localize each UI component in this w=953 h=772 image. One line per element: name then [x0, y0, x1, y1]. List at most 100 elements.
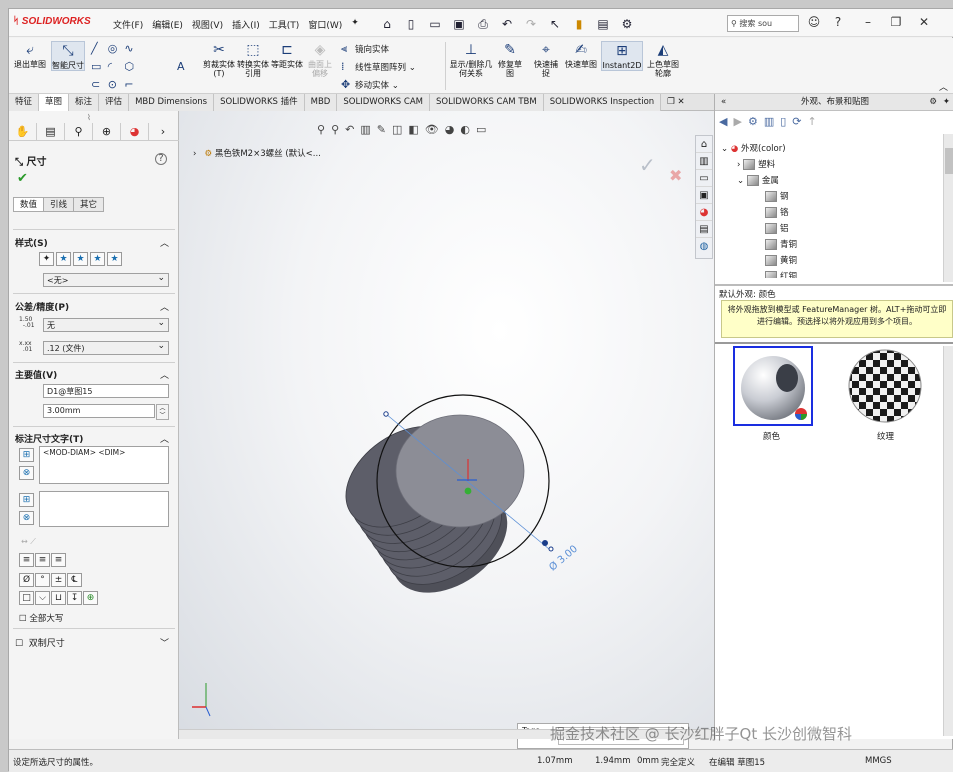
- tab-solidworks-addins[interactable]: SOLIDWORKS 插件: [214, 94, 305, 111]
- dimension-name-field[interactable]: D1@草图15: [43, 384, 169, 398]
- tree-root[interactable]: ⌄ ◕ 外观(color): [721, 142, 786, 154]
- spline-icon[interactable]: ∿: [124, 42, 138, 55]
- options-gear-icon[interactable]: ⚙: [617, 15, 637, 32]
- dimension-value-field[interactable]: 3.00mm: [43, 404, 155, 418]
- tree-item-metal[interactable]: ⌄ 金属: [737, 174, 779, 186]
- select-icon[interactable]: ↖: [545, 15, 565, 32]
- exit-sketch-button[interactable]: ⤶ 退出草图: [13, 41, 47, 69]
- value-spinner[interactable]: ︿ ﹀: [156, 404, 169, 420]
- file-properties-icon[interactable]: ▤: [593, 15, 613, 32]
- save-style-icon[interactable]: ★: [90, 252, 105, 266]
- print-icon[interactable]: ⎙: [473, 15, 493, 32]
- design-library-icon[interactable]: ▥: [696, 153, 712, 170]
- collapse-icon[interactable]: ︿: [160, 300, 169, 313]
- dimxpert-icon[interactable]: ⊕: [93, 123, 121, 141]
- apply-style-icon[interactable]: ✦: [39, 252, 54, 266]
- subtab-leaders[interactable]: 引线: [44, 197, 75, 212]
- polygon-icon[interactable]: ⬡: [124, 60, 138, 73]
- tab-overflow-icon[interactable]: ❐ ✕: [661, 94, 690, 111]
- task-pane-options-icon[interactable]: ⚙: [929, 94, 937, 111]
- open-folder-icon[interactable]: ▯: [780, 115, 786, 128]
- task-pane-pin-icon[interactable]: ✦: [943, 94, 950, 111]
- redo-icon[interactable]: ↷: [521, 15, 541, 32]
- rebuild-icon[interactable]: ▮: [569, 15, 589, 32]
- dimension-endpoint[interactable]: [542, 540, 548, 546]
- dimension-text-header[interactable]: 标注尺寸文字(T) ︿: [15, 432, 169, 445]
- all-caps-checkbox[interactable]: ☐ 全部大写: [19, 612, 63, 624]
- pin-icon[interactable]: ✦: [351, 18, 359, 31]
- smart-dimension-button[interactable]: ⤡ 智能尺寸: [51, 41, 85, 71]
- primary-value-header[interactable]: 主要值(V) ︿: [15, 368, 169, 381]
- styles-header[interactable]: 样式(S) ︿: [15, 236, 169, 249]
- close-icon[interactable]: ✕: [915, 15, 933, 29]
- tab-markup[interactable]: 标注: [69, 94, 100, 111]
- menu-tools[interactable]: 工具(T): [269, 18, 300, 31]
- home-icon[interactable]: ⌂: [377, 15, 397, 32]
- new-document-icon[interactable]: ▯: [401, 15, 421, 32]
- plus-minus-symbol-icon[interactable]: ±: [51, 573, 66, 587]
- scrollbar-thumb[interactable]: [945, 148, 953, 174]
- tab-features[interactable]: 特征: [9, 94, 40, 111]
- more-symbols-icon[interactable]: ⊕: [83, 591, 98, 605]
- degree-symbol-icon[interactable]: °: [35, 573, 50, 587]
- circle-icon[interactable]: ◎: [108, 42, 122, 55]
- tree-item-steel[interactable]: 钢: [765, 190, 789, 202]
- status-units[interactable]: MMGS: [865, 756, 892, 766]
- collapse-pane-icon[interactable]: «: [721, 94, 726, 111]
- linear-pattern-button[interactable]: ⁞ 线性草图阵列 ⌄: [341, 60, 416, 73]
- dropdown-arrow-icon[interactable]: ⌄: [406, 63, 416, 73]
- menu-view[interactable]: 视图(V): [192, 18, 223, 31]
- splitter[interactable]: [715, 342, 953, 344]
- text-position-icon[interactable]: ⊞: [19, 448, 34, 462]
- slot-icon[interactable]: ⊂: [91, 78, 105, 91]
- add-style-icon[interactable]: ★: [56, 252, 71, 266]
- restore-icon[interactable]: ❐: [887, 15, 905, 29]
- move-entities-button[interactable]: ✥ 移动实体 ⌄: [341, 78, 399, 91]
- display-manager-icon[interactable]: ◕: [121, 123, 149, 141]
- show-relations-button[interactable]: ⊥ 显示/删除几何关系: [449, 41, 493, 78]
- panel-expand-icon[interactable]: ›: [149, 123, 177, 141]
- solidworks-logo[interactable]: ᛋ SOLIDWORKS: [13, 16, 91, 27]
- subtab-other[interactable]: 其它: [74, 197, 105, 212]
- menu-window[interactable]: 窗口(W): [308, 18, 342, 31]
- diameter-symbol-icon[interactable]: Ø: [19, 573, 34, 587]
- subtab-value[interactable]: 数值: [13, 197, 45, 212]
- fillet-icon[interactable]: ⌐: [124, 78, 138, 91]
- menu-insert[interactable]: 插入(I): [232, 18, 260, 31]
- color-appearance-thumb[interactable]: [733, 346, 813, 426]
- tab-sketch[interactable]: 草图: [39, 94, 70, 111]
- instant2d-button[interactable]: ⊞ Instant2D: [601, 41, 643, 71]
- centerline-symbol-icon[interactable]: ℄: [67, 573, 82, 587]
- repair-sketch-button[interactable]: ✎ 修复草图: [495, 41, 525, 78]
- splitter[interactable]: [715, 284, 953, 286]
- panel-pin-icon[interactable]: ⌇: [87, 113, 91, 122]
- trim-entities-button[interactable]: ✂ 剪裁实体(T): [201, 41, 237, 78]
- tree-item-brass[interactable]: 黄铜: [765, 254, 797, 266]
- load-style-icon[interactable]: ★: [107, 252, 122, 266]
- collapse-icon[interactable]: ︿: [160, 368, 169, 381]
- tab-solidworks-inspection[interactable]: SOLIDWORKS Inspection: [543, 94, 662, 111]
- ok-checkmark-icon[interactable]: ✔: [17, 171, 28, 186]
- refresh-icon[interactable]: ⟳: [792, 115, 801, 128]
- menu-file[interactable]: 文件(F): [113, 18, 143, 31]
- help-icon[interactable]: ?: [829, 15, 847, 29]
- convert-entities-button[interactable]: ⬚ 转换实体引用: [237, 41, 269, 78]
- file-explorer-icon[interactable]: ▭: [696, 170, 712, 187]
- add-to-library-icon[interactable]: ⚙: [748, 115, 758, 128]
- text-icon[interactable]: A: [177, 60, 191, 73]
- arc-icon[interactable]: ◜: [108, 60, 122, 73]
- appearances-icon[interactable]: ◕: [696, 204, 712, 221]
- tree-item-bronze[interactable]: 青铜: [765, 238, 797, 250]
- minimize-icon[interactable]: –: [859, 15, 877, 29]
- undo-icon[interactable]: ↶: [497, 15, 517, 32]
- expand-icon[interactable]: ›: [737, 160, 740, 170]
- quick-snaps-button[interactable]: ⌖ 快速捕捉: [531, 41, 561, 78]
- configuration-manager-icon[interactable]: ⚲: [65, 123, 93, 141]
- offset-on-surface-button[interactable]: ◈ 曲面上偏移: [305, 41, 335, 78]
- texture-appearance-thumb[interactable]: [845, 346, 925, 426]
- search-input[interactable]: ⚲ 搜索 sou: [727, 15, 799, 32]
- depth-symbol-icon[interactable]: ↧: [67, 591, 82, 605]
- shaded-contours-button[interactable]: ◭ 上色草图轮廓: [647, 41, 679, 78]
- collapse-icon[interactable]: ︿: [160, 432, 169, 445]
- dimension-text-field-bottom[interactable]: [39, 491, 169, 527]
